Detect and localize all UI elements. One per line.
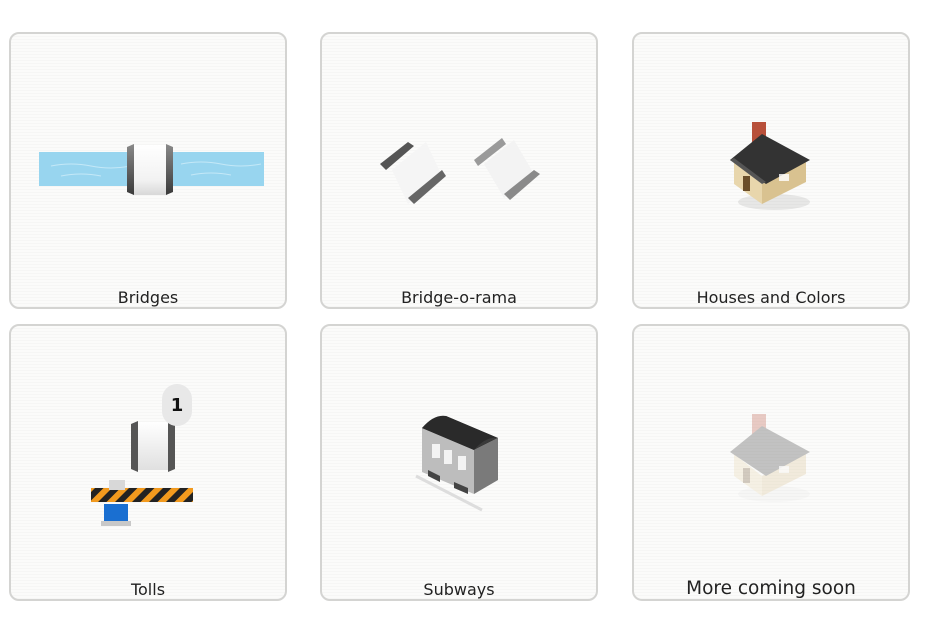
toll-count-badge: 1: [162, 384, 192, 426]
card-label: Bridge-o-rama: [401, 288, 517, 307]
card-label: Subways: [423, 580, 495, 599]
level-card-bridge-o-rama[interactable]: Bridge-o-rama: [320, 32, 598, 309]
level-card-subways[interactable]: Subways: [320, 324, 598, 601]
card-label: More coming soon: [686, 578, 856, 599]
card-label: Bridges: [117, 288, 179, 307]
card-label: Houses and Colors: [696, 288, 846, 307]
house-icon: [730, 122, 810, 210]
level-card-tolls[interactable]: 1 Tolls: [9, 324, 287, 601]
card-label: Tolls: [130, 580, 166, 599]
toll-gate-icon: [91, 421, 193, 526]
subway-car-icon: [415, 415, 498, 512]
level-card-bridges[interactable]: Bridges: [9, 32, 287, 309]
level-card-houses-and-colors[interactable]: Houses and Colors: [632, 32, 910, 309]
badge-count: 1: [170, 394, 184, 416]
level-card-coming-soon: More coming soon: [632, 324, 910, 601]
bridge-icon: [39, 144, 264, 195]
faded-house-icon: [730, 414, 810, 496]
bridge-pieces-icon: [380, 138, 540, 204]
